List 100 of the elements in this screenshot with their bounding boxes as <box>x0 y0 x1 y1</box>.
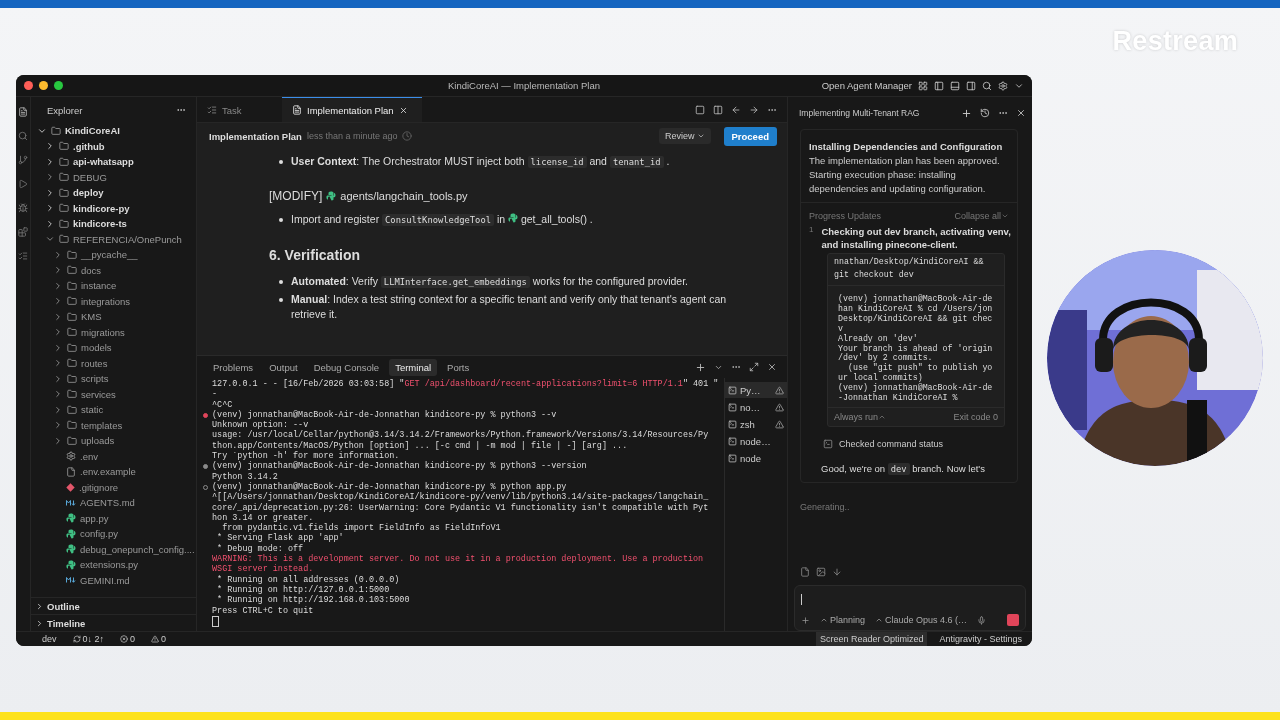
tree-item[interactable]: .env <box>31 448 196 464</box>
tree-item[interactable]: .github <box>31 138 196 154</box>
terminal-line: ^C^C <box>212 399 233 410</box>
bullet-dot <box>279 280 283 284</box>
panel-tab[interactable]: Problems <box>207 358 260 376</box>
status-item[interactable]: Antigravity - Settings <box>935 632 1026 646</box>
chevron-icon <box>53 327 63 338</box>
editor-tab[interactable]: Implementation Plan <box>282 97 422 122</box>
tree-item[interactable]: kindicore-ts <box>31 216 196 232</box>
zoom-control[interactable] <box>54 81 63 90</box>
tree-item[interactable]: extensions.py <box>31 557 196 573</box>
tree-item[interactable]: KindiCoreAI <box>31 123 196 139</box>
terminal-cursor <box>212 615 219 627</box>
tree-item[interactable]: api-whatsapp <box>31 154 196 170</box>
folder-icon <box>67 327 77 338</box>
panel-tab[interactable]: Ports <box>441 358 476 376</box>
terminal-line: (venv) jonnathan@MacBook-Air-de-Jonnathan kindicore-py % python app.py <box>212 481 567 492</box>
tree-item[interactable]: integrations <box>31 293 196 309</box>
generating-text: Generating.. <box>800 501 850 512</box>
sync-status[interactable]: 0↓ 2↑ <box>68 632 109 646</box>
terminal-session-item[interactable]: node… <box>725 433 787 449</box>
terminal-line: Try `python -h' for more information. <box>212 451 400 462</box>
tree-item[interactable]: REFERENCIA/OnePunch <box>31 231 196 247</box>
tree-item[interactable]: scripts <box>31 371 196 387</box>
step-text: Checking out dev branch, activating venv, and installing pinecone-client. <box>821 225 1012 251</box>
folder-icon <box>59 234 69 245</box>
terminal-session-item[interactable]: zsh <box>725 416 787 432</box>
tree-item[interactable]: KMS <box>31 309 196 325</box>
bullet-dot <box>279 298 283 302</box>
status-item[interactable]: Screen Reader Optimized <box>815 632 928 646</box>
collapse-all-button[interactable]: Collapse all <box>954 211 1009 221</box>
python-icon <box>326 191 337 201</box>
review-dropdown[interactable]: Review <box>659 128 711 144</box>
right-panel-toggle-icon[interactable] <box>966 80 976 91</box>
bullet-text: Manual: Index a test string context for a specific tenant and verify only that tenant's agent can retrieve it. <box>291 292 728 322</box>
section-header[interactable]: Outline <box>31 597 196 614</box>
tree-item[interactable]: config.py <box>31 526 196 542</box>
tree-item[interactable]: AGENTS.md <box>31 495 196 511</box>
chevron-icon <box>696 132 705 140</box>
panel-tab[interactable]: Terminal <box>389 358 438 376</box>
tree-item[interactable]: __pycache__ <box>31 247 196 263</box>
forward-icon <box>749 104 759 115</box>
always-run-button[interactable]: Always run <box>834 411 886 422</box>
chevron-icon <box>45 141 55 152</box>
folder-icon <box>67 265 77 276</box>
stop-button[interactable] <box>1007 614 1019 626</box>
tree-item[interactable]: GEMINI.md <box>31 572 196 588</box>
tree-item[interactable]: migrations <box>31 324 196 340</box>
sidebar-toggle-icon[interactable] <box>934 80 944 91</box>
tree-item[interactable]: .gitignore <box>31 479 196 495</box>
terminal-session-item[interactable]: node <box>725 450 787 466</box>
tree-item[interactable]: app.py <box>31 510 196 526</box>
folder-icon <box>59 172 69 183</box>
tree-item[interactable]: .env.example <box>31 464 196 480</box>
command-text: nnathan/Desktop/KindiCoreAI && git checkout dev <box>828 254 1004 286</box>
tree-item[interactable]: DEBUG <box>31 169 196 185</box>
close-control[interactable] <box>24 81 33 90</box>
warnings-status[interactable]: 0 <box>147 632 171 646</box>
tree-item[interactable]: templates <box>31 417 196 433</box>
file-icon <box>66 466 76 477</box>
terminal-line: thon.app/Contents/MacOS/Python [option] ... [-c cmd | -m mod | file | -] [arg] ... <box>212 440 628 451</box>
model-dropdown[interactable]: Claude Opus 4.6 (… <box>875 615 968 625</box>
markdown-icon <box>66 577 76 584</box>
folder-icon <box>59 218 69 229</box>
panel-toggle-icon[interactable] <box>950 80 960 91</box>
tree-item[interactable]: deploy <box>31 185 196 201</box>
errors-status[interactable]: 0 <box>116 632 140 646</box>
terminal-line: Python 3.14.2 <box>212 471 278 482</box>
tree-item[interactable]: models <box>31 340 196 356</box>
bullet-text: Automated: Verify LLMInterface.get_embeddings works for the configured provider. <box>291 274 689 290</box>
tree-item[interactable]: uploads <box>31 433 196 449</box>
panel-tab[interactable]: Debug Console <box>307 358 386 376</box>
tree-item[interactable]: docs <box>31 262 196 278</box>
panel-tab[interactable]: Output <box>263 358 304 376</box>
terminal-session-item[interactable]: no… <box>725 399 787 415</box>
layout-icon[interactable] <box>918 80 928 91</box>
python-icon <box>66 559 76 570</box>
plus-icon <box>695 361 706 373</box>
mode-dropdown[interactable]: Planning <box>820 615 866 625</box>
editor-tab[interactable]: Task <box>197 97 282 122</box>
terminal-icon <box>728 419 737 429</box>
tree-item[interactable]: kindicore-py <box>31 200 196 216</box>
terminal-session-item[interactable]: Py… <box>725 382 787 398</box>
agent-manager-button[interactable]: Open Agent Manager <box>821 80 912 91</box>
file-link[interactable]: agents/langchain_tools.py <box>340 190 468 202</box>
plus-icon <box>961 107 972 119</box>
chevron-icon <box>53 342 63 353</box>
terminal-icon <box>728 453 737 463</box>
bullet-dot <box>279 218 283 222</box>
tree-item[interactable]: static <box>31 402 196 418</box>
tree-item[interactable]: routes <box>31 355 196 371</box>
error-icon <box>120 635 129 643</box>
proceed-button[interactable]: Proceed <box>723 126 777 146</box>
branch-status[interactable]: dev <box>38 632 61 646</box>
settings-icon[interactable] <box>998 80 1008 91</box>
search-icon[interactable] <box>982 80 992 91</box>
tree-item[interactable]: services <box>31 386 196 402</box>
tree-item[interactable]: instance <box>31 278 196 294</box>
tree-item[interactable]: debug_onepunch_config.... <box>31 541 196 557</box>
minimize-control[interactable] <box>39 81 48 90</box>
